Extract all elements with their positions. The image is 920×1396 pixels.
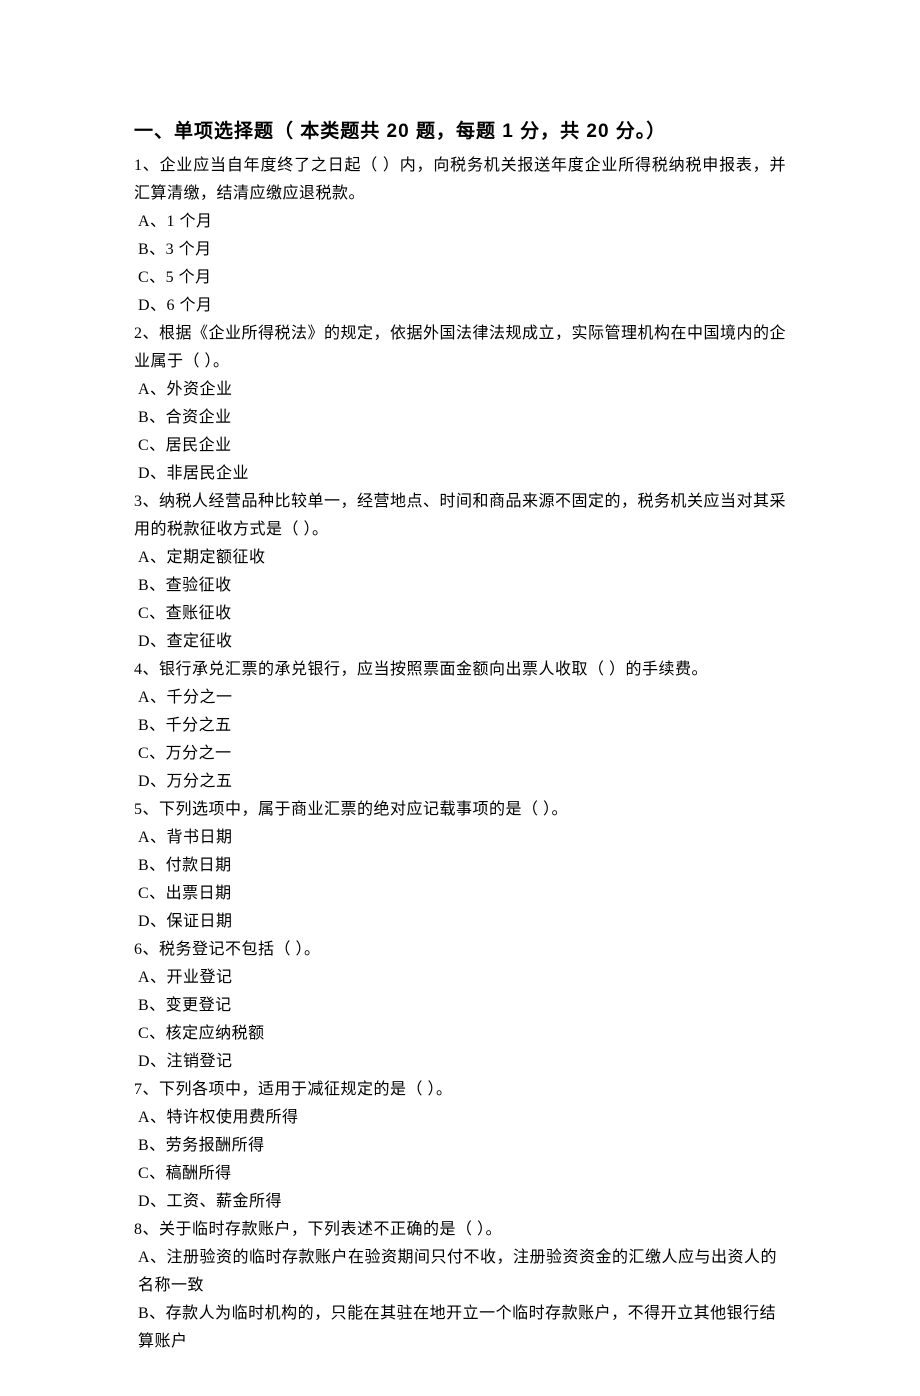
question-option: D、非居民企业	[134, 460, 786, 488]
question-block: 3、纳税人经营品种比较单一，经营地点、时间和商品来源不固定的，税务机关应当对其采…	[134, 488, 786, 656]
question-option: B、3 个月	[134, 236, 786, 264]
question-option: A、注册验资的临时存款账户在验资期间只付不收，注册验资资金的汇缴人应与出资人的名…	[134, 1244, 786, 1300]
question-option: B、变更登记	[134, 992, 786, 1020]
question-option: A、开业登记	[134, 964, 786, 992]
question-block: 4、银行承兑汇票的承兑银行，应当按照票面金额向出票人收取（ ）的手续费。A、千分…	[134, 656, 786, 796]
question-option: B、查验征收	[134, 572, 786, 600]
question-option: B、千分之五	[134, 712, 786, 740]
question-stem: 7、下列各项中，适用于减征规定的是（ ）。	[134, 1076, 786, 1104]
question-option: A、定期定额征收	[134, 544, 786, 572]
question-block: 7、下列各项中，适用于减征规定的是（ ）。A、特许权使用费所得B、劳务报酬所得C…	[134, 1076, 786, 1216]
question-option: C、居民企业	[134, 432, 786, 460]
question-stem: 5、下列选项中，属于商业汇票的绝对应记载事项的是（ ）。	[134, 796, 786, 824]
question-option: D、6 个月	[134, 292, 786, 320]
question-stem: 2、根据《企业所得税法》的规定，依据外国法律法规成立，实际管理机构在中国境内的企…	[134, 320, 786, 376]
question-block: 5、下列选项中，属于商业汇票的绝对应记载事项的是（ ）。A、背书日期B、付款日期…	[134, 796, 786, 936]
question-option: C、5 个月	[134, 264, 786, 292]
question-option: A、外资企业	[134, 376, 786, 404]
question-block: 1、企业应当自年度终了之日起（ ）内，向税务机关报送年度企业所得税纳税申报表，并…	[134, 152, 786, 320]
question-option: B、劳务报酬所得	[134, 1132, 786, 1160]
question-option: B、付款日期	[134, 852, 786, 880]
question-option: C、稿酬所得	[134, 1160, 786, 1188]
question-option: D、保证日期	[134, 908, 786, 936]
question-option: A、千分之一	[134, 684, 786, 712]
question-option: C、出票日期	[134, 880, 786, 908]
section-title: 一、单项选择题（ 本类题共 20 题，每题 1 分，共 20 分。）	[134, 115, 786, 148]
question-stem: 8、关于临时存款账户，下列表述不正确的是（ ）。	[134, 1216, 786, 1244]
question-option: B、合资企业	[134, 404, 786, 432]
question-option: C、查账征收	[134, 600, 786, 628]
question-stem: 3、纳税人经营品种比较单一，经营地点、时间和商品来源不固定的，税务机关应当对其采…	[134, 488, 786, 544]
questions-container: 1、企业应当自年度终了之日起（ ）内，向税务机关报送年度企业所得税纳税申报表，并…	[134, 152, 786, 1356]
question-option: A、1 个月	[134, 208, 786, 236]
question-option: D、注销登记	[134, 1048, 786, 1076]
question-option: D、万分之五	[134, 768, 786, 796]
question-option: D、工资、薪金所得	[134, 1188, 786, 1216]
question-block: 8、关于临时存款账户，下列表述不正确的是（ ）。A、注册验资的临时存款账户在验资…	[134, 1216, 786, 1356]
question-option: A、背书日期	[134, 824, 786, 852]
question-option: D、查定征收	[134, 628, 786, 656]
question-stem: 4、银行承兑汇票的承兑银行，应当按照票面金额向出票人收取（ ）的手续费。	[134, 656, 786, 684]
exam-page: 一、单项选择题（ 本类题共 20 题，每题 1 分，共 20 分。） 1、企业应…	[0, 0, 920, 1396]
question-option: A、特许权使用费所得	[134, 1104, 786, 1132]
question-stem: 1、企业应当自年度终了之日起（ ）内，向税务机关报送年度企业所得税纳税申报表，并…	[134, 152, 786, 208]
question-option: B、存款人为临时机构的，只能在其驻在地开立一个临时存款账户，不得开立其他银行结算…	[134, 1300, 786, 1356]
question-option: C、万分之一	[134, 740, 786, 768]
question-block: 6、税务登记不包括（ ）。A、开业登记B、变更登记C、核定应纳税额D、注销登记	[134, 936, 786, 1076]
question-stem: 6、税务登记不包括（ ）。	[134, 936, 786, 964]
question-option: C、核定应纳税额	[134, 1020, 786, 1048]
question-block: 2、根据《企业所得税法》的规定，依据外国法律法规成立，实际管理机构在中国境内的企…	[134, 320, 786, 488]
